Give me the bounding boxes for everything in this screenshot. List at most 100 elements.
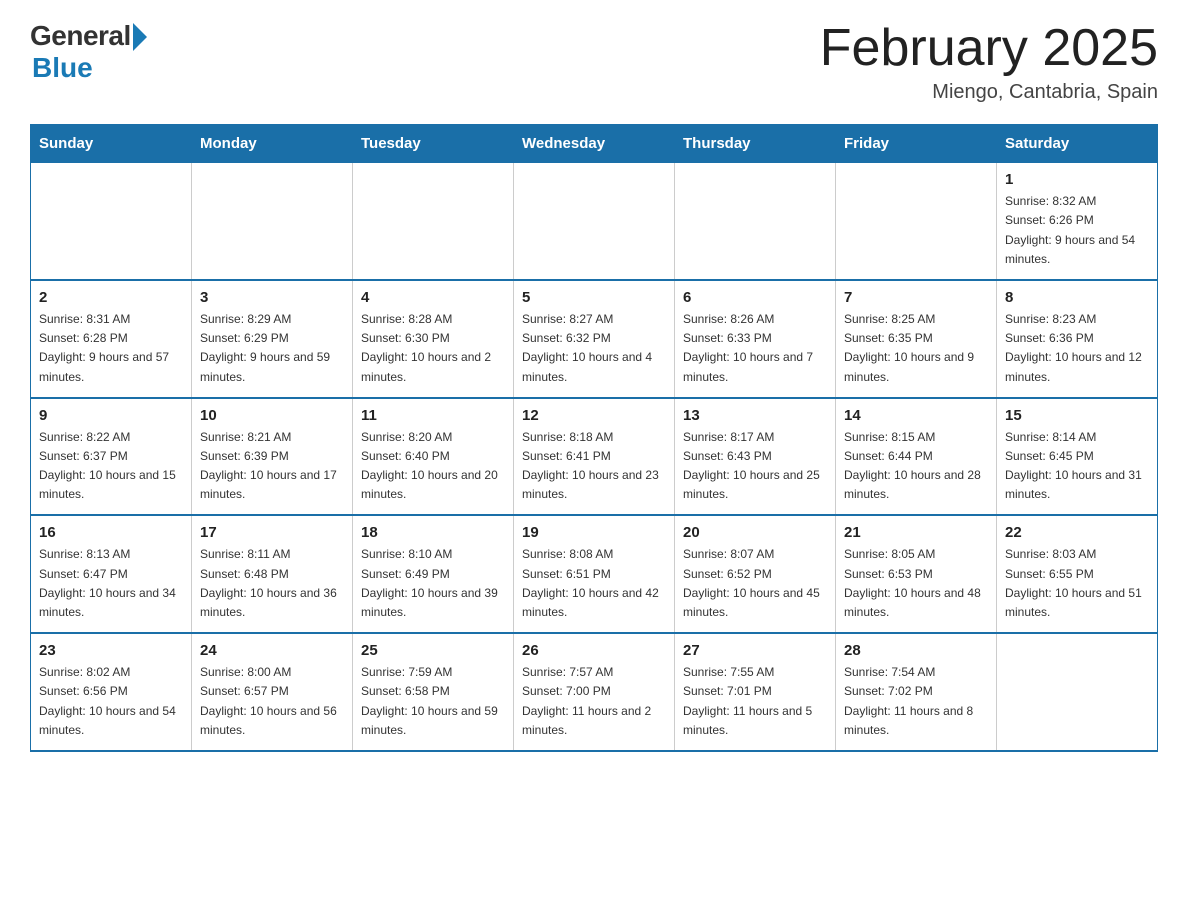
- day-number: 1: [1005, 171, 1149, 188]
- day-info: Sunrise: 8:28 AMSunset: 6:30 PMDaylight:…: [361, 310, 505, 387]
- calendar-header: SundayMondayTuesdayWednesdayThursdayFrid…: [31, 125, 1158, 163]
- calendar-cell: 18 Sunrise: 8:10 AMSunset: 6:49 PMDayligh…: [353, 515, 514, 633]
- day-number: 10: [200, 407, 344, 424]
- day-number: 28: [844, 642, 988, 659]
- day-info: Sunrise: 7:54 AMSunset: 7:02 PMDaylight:…: [844, 663, 988, 740]
- page-header: General Blue February 2025 Miengo, Canta…: [30, 20, 1158, 104]
- day-info: Sunrise: 8:13 AMSunset: 6:47 PMDaylight:…: [39, 545, 183, 622]
- day-number: 23: [39, 642, 183, 659]
- day-info: Sunrise: 8:14 AMSunset: 6:45 PMDaylight:…: [1005, 428, 1149, 505]
- calendar-row: 23 Sunrise: 8:02 AMSunset: 6:56 PMDayligh…: [31, 633, 1158, 751]
- calendar-cell: [353, 163, 514, 280]
- calendar-subtitle: Miengo, Cantabria, Spain: [820, 81, 1158, 104]
- logo: General Blue: [30, 20, 147, 84]
- day-info: Sunrise: 8:03 AMSunset: 6:55 PMDaylight:…: [1005, 545, 1149, 622]
- day-number: 3: [200, 289, 344, 306]
- day-info: Sunrise: 8:32 AMSunset: 6:26 PMDaylight:…: [1005, 192, 1149, 269]
- day-info: Sunrise: 7:59 AMSunset: 6:58 PMDaylight:…: [361, 663, 505, 740]
- weekday-header-monday: Monday: [192, 125, 353, 163]
- calendar-row: 2Sunrise: 8:31 AMSunset: 6:28 PMDaylight…: [31, 280, 1158, 398]
- calendar-cell: 7Sunrise: 8:25 AMSunset: 6:35 PMDaylight…: [836, 280, 997, 398]
- calendar-cell: 2Sunrise: 8:31 AMSunset: 6:28 PMDaylight…: [31, 280, 192, 398]
- day-number: 22: [1005, 524, 1149, 541]
- day-info: Sunrise: 8:18 AMSunset: 6:41 PMDaylight:…: [522, 428, 666, 505]
- logo-arrow-icon: [133, 23, 147, 51]
- day-number: 6: [683, 289, 827, 306]
- calendar-cell: 15 Sunrise: 8:14 AMSunset: 6:45 PMDayligh…: [997, 398, 1158, 516]
- day-info: Sunrise: 8:11 AMSunset: 6:48 PMDaylight:…: [200, 545, 344, 622]
- day-info: Sunrise: 8:26 AMSunset: 6:33 PMDaylight:…: [683, 310, 827, 387]
- calendar-cell: 10 Sunrise: 8:21 AMSunset: 6:39 PMDayligh…: [192, 398, 353, 516]
- day-number: 16: [39, 524, 183, 541]
- calendar-cell: 20 Sunrise: 8:07 AMSunset: 6:52 PMDayligh…: [675, 515, 836, 633]
- calendar-cell: 23 Sunrise: 8:02 AMSunset: 6:56 PMDayligh…: [31, 633, 192, 751]
- day-info: Sunrise: 8:10 AMSunset: 6:49 PMDaylight:…: [361, 545, 505, 622]
- day-number: 13: [683, 407, 827, 424]
- day-info: Sunrise: 7:57 AMSunset: 7:00 PMDaylight:…: [522, 663, 666, 740]
- day-number: 17: [200, 524, 344, 541]
- day-number: 14: [844, 407, 988, 424]
- day-info: Sunrise: 8:21 AMSunset: 6:39 PMDaylight:…: [200, 428, 344, 505]
- weekday-header-tuesday: Tuesday: [353, 125, 514, 163]
- calendar-title: February 2025: [820, 20, 1158, 77]
- calendar-row: 16 Sunrise: 8:13 AMSunset: 6:47 PMDayligh…: [31, 515, 1158, 633]
- day-info: Sunrise: 8:07 AMSunset: 6:52 PMDaylight:…: [683, 545, 827, 622]
- calendar-cell: 5 Sunrise: 8:27 AMSunset: 6:32 PMDaylight…: [514, 280, 675, 398]
- day-number: 19: [522, 524, 666, 541]
- calendar-cell: 3 Sunrise: 8:29 AMSunset: 6:29 PMDaylight…: [192, 280, 353, 398]
- calendar-cell: 8Sunrise: 8:23 AMSunset: 6:36 PMDaylight…: [997, 280, 1158, 398]
- weekday-header-thursday: Thursday: [675, 125, 836, 163]
- day-number: 12: [522, 407, 666, 424]
- weekday-header-saturday: Saturday: [997, 125, 1158, 163]
- calendar-cell: 17 Sunrise: 8:11 AMSunset: 6:48 PMDayligh…: [192, 515, 353, 633]
- day-info: Sunrise: 8:22 AMSunset: 6:37 PMDaylight:…: [39, 428, 183, 505]
- day-number: 11: [361, 407, 505, 424]
- day-number: 18: [361, 524, 505, 541]
- calendar-cell: 22 Sunrise: 8:03 AMSunset: 6:55 PMDayligh…: [997, 515, 1158, 633]
- calendar-cell: [997, 633, 1158, 751]
- day-number: 5: [522, 289, 666, 306]
- calendar-table: SundayMondayTuesdayWednesdayThursdayFrid…: [30, 124, 1158, 752]
- day-info: Sunrise: 8:23 AMSunset: 6:36 PMDaylight:…: [1005, 310, 1149, 387]
- day-number: 25: [361, 642, 505, 659]
- calendar-body: 1 Sunrise: 8:32 AMSunset: 6:26 PMDaylight…: [31, 163, 1158, 751]
- logo-general-text: General: [30, 20, 131, 52]
- day-number: 27: [683, 642, 827, 659]
- calendar-cell: 16 Sunrise: 8:13 AMSunset: 6:47 PMDayligh…: [31, 515, 192, 633]
- day-info: Sunrise: 8:27 AMSunset: 6:32 PMDaylight:…: [522, 310, 666, 387]
- day-info: Sunrise: 8:05 AMSunset: 6:53 PMDaylight:…: [844, 545, 988, 622]
- calendar-cell: 4 Sunrise: 8:28 AMSunset: 6:30 PMDaylight…: [353, 280, 514, 398]
- weekday-header-sunday: Sunday: [31, 125, 192, 163]
- calendar-cell: 13 Sunrise: 8:17 AMSunset: 6:43 PMDayligh…: [675, 398, 836, 516]
- calendar-cell: 26 Sunrise: 7:57 AMSunset: 7:00 PMDayligh…: [514, 633, 675, 751]
- calendar-cell: 27Sunrise: 7:55 AMSunset: 7:01 PMDayligh…: [675, 633, 836, 751]
- day-info: Sunrise: 8:20 AMSunset: 6:40 PMDaylight:…: [361, 428, 505, 505]
- calendar-row: 9 Sunrise: 8:22 AMSunset: 6:37 PMDaylight…: [31, 398, 1158, 516]
- calendar-cell: 11 Sunrise: 8:20 AMSunset: 6:40 PMDayligh…: [353, 398, 514, 516]
- day-info: Sunrise: 8:02 AMSunset: 6:56 PMDaylight:…: [39, 663, 183, 740]
- calendar-cell: 28 Sunrise: 7:54 AMSunset: 7:02 PMDayligh…: [836, 633, 997, 751]
- calendar-cell: [192, 163, 353, 280]
- day-number: 26: [522, 642, 666, 659]
- day-info: Sunrise: 8:29 AMSunset: 6:29 PMDaylight:…: [200, 310, 344, 387]
- calendar-cell: 19Sunrise: 8:08 AMSunset: 6:51 PMDayligh…: [514, 515, 675, 633]
- day-number: 20: [683, 524, 827, 541]
- calendar-cell: 12 Sunrise: 8:18 AMSunset: 6:41 PMDayligh…: [514, 398, 675, 516]
- weekday-header-row: SundayMondayTuesdayWednesdayThursdayFrid…: [31, 125, 1158, 163]
- day-number: 4: [361, 289, 505, 306]
- calendar-cell: 24Sunrise: 8:00 AMSunset: 6:57 PMDayligh…: [192, 633, 353, 751]
- day-info: Sunrise: 8:15 AMSunset: 6:44 PMDaylight:…: [844, 428, 988, 505]
- day-info: Sunrise: 8:25 AMSunset: 6:35 PMDaylight:…: [844, 310, 988, 387]
- day-number: 15: [1005, 407, 1149, 424]
- day-number: 9: [39, 407, 183, 424]
- calendar-cell: [31, 163, 192, 280]
- day-info: Sunrise: 8:17 AMSunset: 6:43 PMDaylight:…: [683, 428, 827, 505]
- logo-blue-text: Blue: [32, 52, 93, 84]
- day-info: Sunrise: 8:00 AMSunset: 6:57 PMDaylight:…: [200, 663, 344, 740]
- calendar-cell: [675, 163, 836, 280]
- weekday-header-wednesday: Wednesday: [514, 125, 675, 163]
- calendar-cell: 6 Sunrise: 8:26 AMSunset: 6:33 PMDaylight…: [675, 280, 836, 398]
- day-number: 2: [39, 289, 183, 306]
- weekday-header-friday: Friday: [836, 125, 997, 163]
- day-number: 21: [844, 524, 988, 541]
